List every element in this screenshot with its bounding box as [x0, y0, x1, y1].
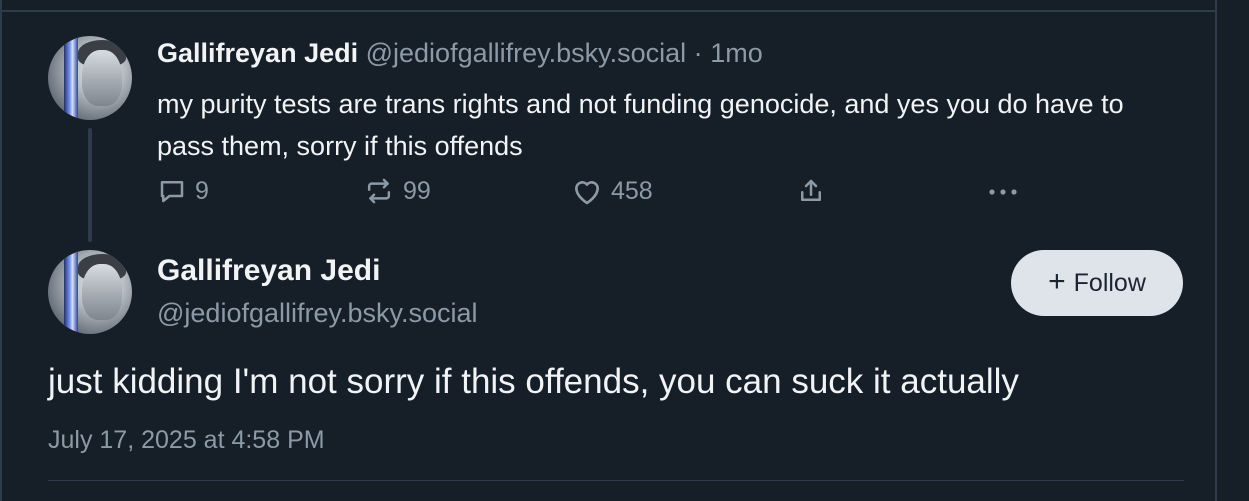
repost-arrows-icon — [363, 176, 395, 206]
repost-button[interactable]: 99 — [363, 174, 431, 208]
parent-post-text: my purity tests are trans rights and not… — [157, 89, 1124, 161]
parent-post-handle[interactable]: @jediofgallifrey.bsky.social — [366, 38, 687, 68]
like-button[interactable]: 458 — [571, 174, 653, 208]
bottom-divider — [48, 480, 1184, 481]
like-count: 458 — [611, 176, 653, 205]
heart-icon — [571, 176, 603, 206]
follow-button[interactable]: + Follow — [1011, 250, 1183, 316]
reply-button[interactable]: 9 — [157, 174, 209, 208]
main-post-timestamp[interactable]: July 17, 2025 at 4:58 PM — [48, 426, 325, 455]
avatar-lightsaber-stripe — [64, 250, 78, 334]
main-post-avatar[interactable] — [48, 250, 132, 334]
header-separator: · — [693, 38, 703, 68]
parent-post-avatar[interactable] — [48, 36, 132, 120]
avatar-face — [82, 50, 122, 106]
share-upload-icon — [796, 176, 826, 206]
share-button[interactable] — [796, 174, 826, 208]
main-post-author-name[interactable]: Gallifreyan Jedi — [157, 254, 380, 288]
column-border-right — [1215, 0, 1217, 501]
top-divider — [0, 10, 1217, 12]
reply-bubble-icon — [157, 176, 187, 206]
parent-post-author-name[interactable]: Gallifreyan Jedi — [157, 38, 358, 68]
repost-count: 99 — [403, 176, 431, 205]
main-post-text: just kidding I'm not sorry if this offen… — [48, 362, 1019, 401]
avatar-face — [82, 264, 122, 320]
thread-connector-line — [88, 128, 92, 242]
main-post-handle[interactable]: @jediofgallifrey.bsky.social — [157, 298, 478, 329]
avatar-lightsaber-stripe — [64, 36, 78, 120]
more-dots-icon — [986, 176, 1020, 206]
reply-count: 9 — [195, 176, 209, 205]
parent-post-age[interactable]: 1mo — [710, 38, 763, 68]
parent-post-header: Gallifreyan Jedi @jediofgallifrey.bsky.s… — [157, 38, 763, 69]
more-options-button[interactable] — [986, 174, 1020, 208]
thread-view: Gallifreyan Jedi @jediofgallifrey.bsky.s… — [0, 0, 1249, 501]
follow-label: Follow — [1073, 268, 1146, 297]
column-border-left — [0, 0, 2, 501]
plus-icon: + — [1048, 265, 1066, 298]
